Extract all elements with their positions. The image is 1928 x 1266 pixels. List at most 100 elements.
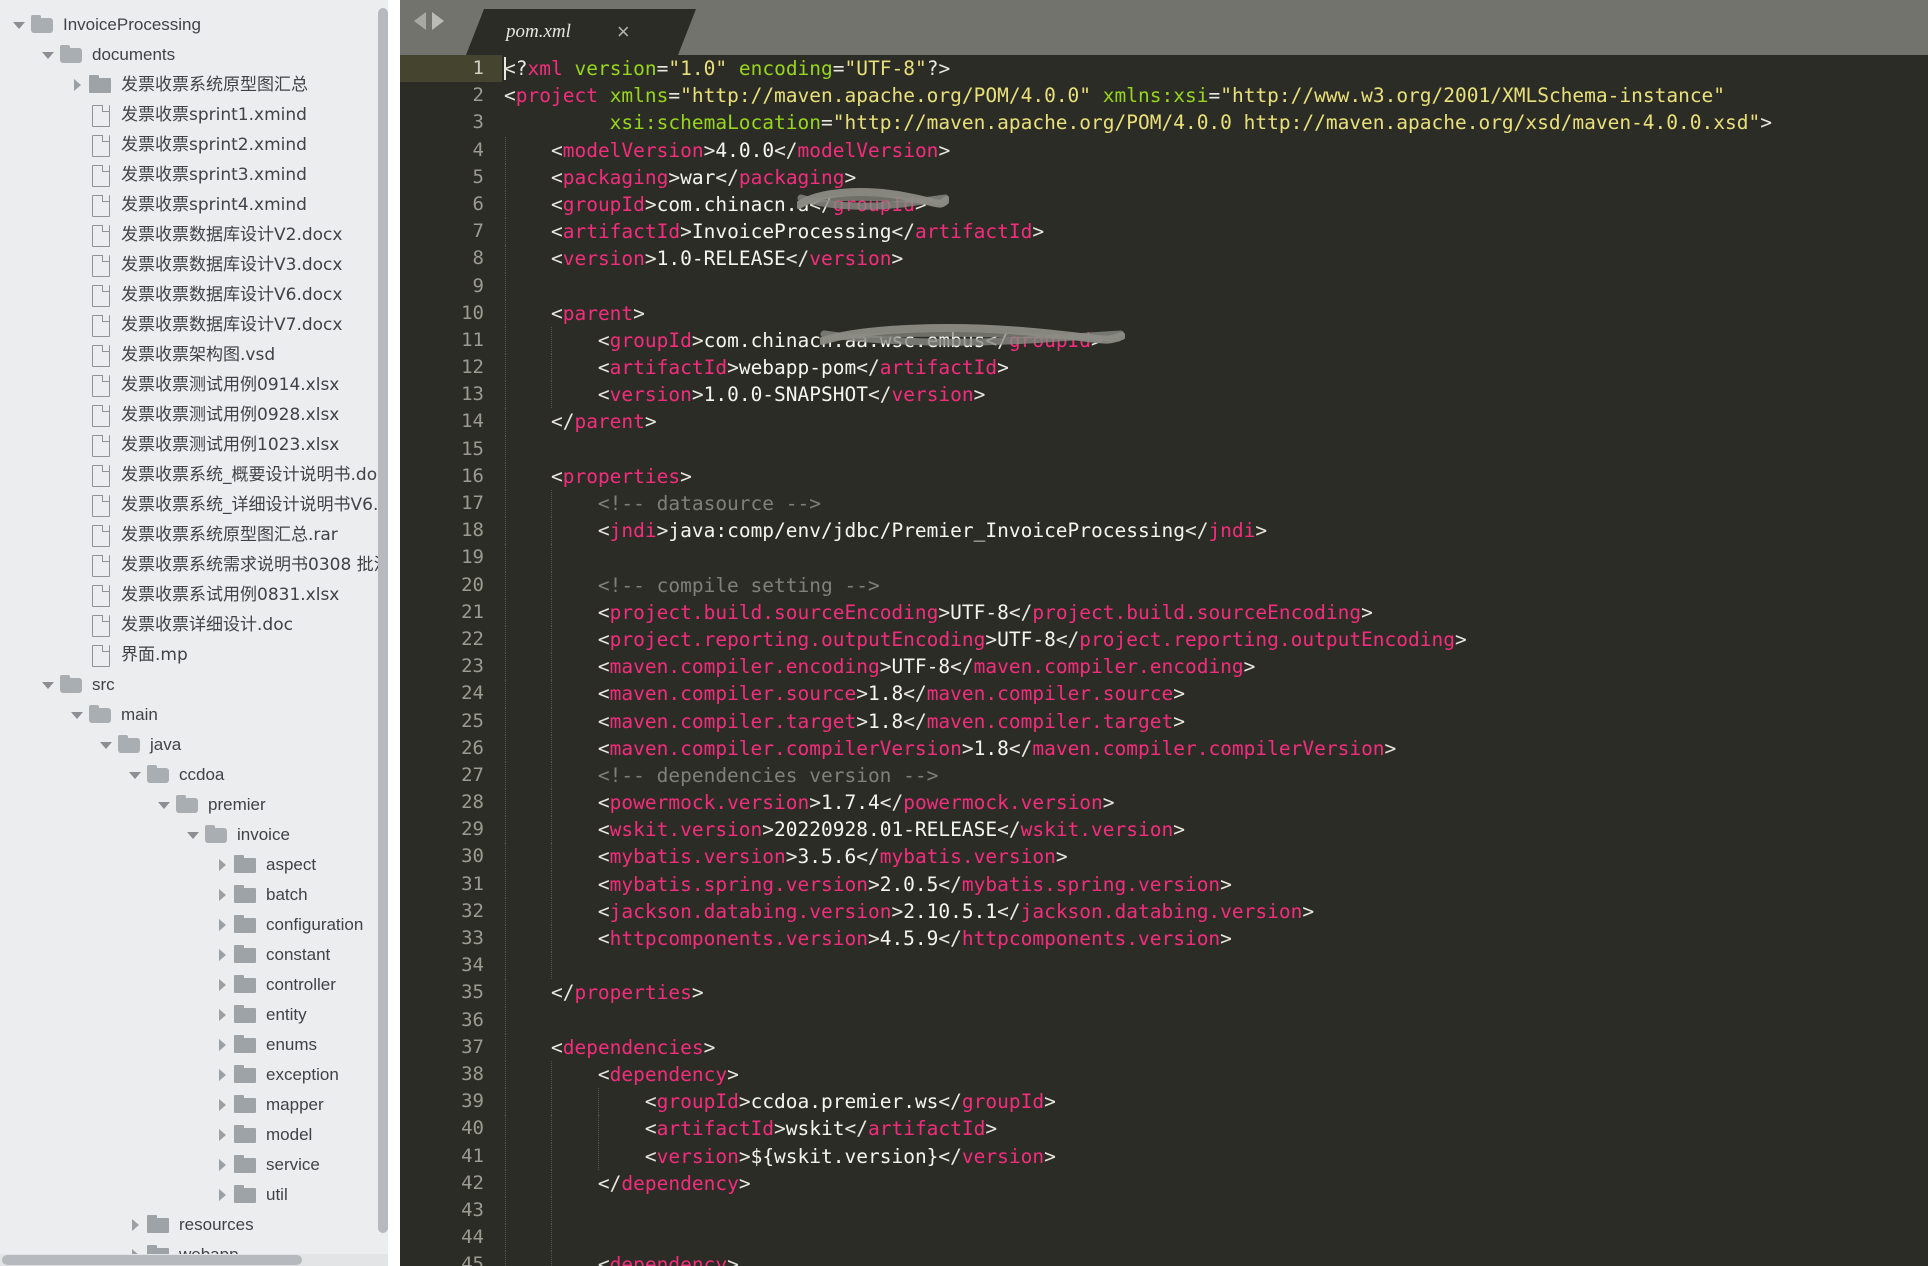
tree-twisty-expanded[interactable] — [37, 51, 59, 59]
code-line-content[interactable]: <parent> — [502, 299, 1928, 327]
code-line[interactable]: 7 <artifactId>InvoiceProcessing</artifac… — [400, 218, 1928, 246]
code-line[interactable]: 14 </parent> — [400, 408, 1928, 436]
sidebar-vertical-scrollbar-thumb[interactable] — [378, 8, 388, 1233]
chevron-down-icon[interactable] — [158, 801, 170, 809]
code-line-content[interactable]: <modelVersion>4.0.0</modelVersion> — [502, 136, 1928, 164]
tree-file-row[interactable]: 发票收票系统需求说明书0308 批注 — [0, 550, 400, 580]
code-line[interactable]: 41 <version>${wskit.version}</version> — [400, 1142, 1928, 1170]
chevron-right-icon[interactable] — [131, 1219, 139, 1231]
code-line[interactable]: 2 <project xmlns="http://maven.apache.org… — [400, 82, 1928, 109]
chevron-right-icon[interactable] — [218, 1189, 226, 1201]
code-line-content[interactable]: <wskit.version>20220928.01-RELEASE</wski… — [502, 816, 1928, 844]
code-line-content[interactable]: <!-- datasource --> — [502, 490, 1928, 518]
tree-folder-row[interactable]: documents — [0, 40, 400, 70]
code-line-content[interactable]: <artifactId>wskit</artifactId> — [502, 1115, 1928, 1143]
code-line[interactable]: 36 — [400, 1006, 1928, 1034]
tree-twisty-collapsed[interactable] — [211, 1069, 233, 1081]
tree-twisty-collapsed[interactable] — [211, 889, 233, 901]
code-line[interactable]: 6 <groupId>com.chinacn.a</groupId> — [400, 190, 1928, 219]
tree-folder-row[interactable]: service — [0, 1150, 400, 1180]
chevron-down-icon[interactable] — [42, 681, 54, 689]
tree-folder-row[interactable]: entity — [0, 1000, 400, 1030]
code-line-content[interactable]: <jndi>java:comp/env/jdbc/Premier_Invoice… — [502, 517, 1928, 545]
tree-file-row[interactable]: 发票收票系统_详细设计说明书V6.d — [0, 490, 400, 520]
chevron-right-icon[interactable] — [218, 949, 226, 961]
code-line[interactable]: 9 — [400, 272, 1928, 300]
code-line-content[interactable] — [502, 1196, 1928, 1225]
tree-folder-row[interactable]: util — [0, 1180, 400, 1210]
code-line[interactable]: 11 <groupId>com.chinacn.aa.wsc.embus</gr… — [400, 326, 1928, 355]
tree-file-row[interactable]: 发票收票架构图.vsd — [0, 340, 400, 370]
chevron-down-icon[interactable] — [129, 771, 141, 779]
tree-folder-row[interactable]: exception — [0, 1060, 400, 1090]
tree-file-row[interactable]: 发票收票测试用例1023.xlsx — [0, 430, 400, 460]
back-arrow-icon[interactable] — [414, 11, 426, 30]
tree-folder-row[interactable]: mapper — [0, 1090, 400, 1120]
code-line-content[interactable] — [502, 1006, 1928, 1034]
tree-twisty-collapsed[interactable] — [211, 1009, 233, 1021]
chevron-down-icon[interactable] — [100, 741, 112, 749]
code-line[interactable]: 29 <wskit.version>20220928.01-RELEASE</w… — [400, 816, 1928, 844]
code-line[interactable]: 4 <modelVersion>4.0.0</modelVersion> — [400, 136, 1928, 164]
chevron-right-icon[interactable] — [218, 1159, 226, 1171]
code-line[interactable]: 28 <powermock.version>1.7.4</powermock.v… — [400, 789, 1928, 817]
code-line[interactable]: 31 <mybatis.spring.version>2.0.5</mybati… — [400, 870, 1928, 898]
tab-pom-xml[interactable]: pom.xml × — [466, 9, 696, 55]
tree-file-row[interactable]: 发票收票系试用例0831.xlsx — [0, 580, 400, 610]
code-line[interactable]: 15 — [400, 435, 1928, 463]
tree-folder-row[interactable]: premier — [0, 790, 400, 820]
code-line-content[interactable]: </dependency> — [502, 1169, 1928, 1197]
tree-twisty-collapsed[interactable] — [211, 1039, 233, 1051]
tree-twisty-expanded[interactable] — [182, 831, 204, 839]
code-line[interactable]: 5 <packaging>war</packaging> — [400, 163, 1928, 191]
tree-file-row[interactable]: 发票收票测试用例0928.xlsx — [0, 400, 400, 430]
code-line-content[interactable]: </properties> — [502, 979, 1928, 1007]
tree-twisty-collapsed[interactable] — [211, 1159, 233, 1171]
tree-twisty-collapsed[interactable] — [211, 949, 233, 961]
tree-folder-row[interactable]: src — [0, 670, 400, 700]
code-line-content[interactable]: <project.reporting.outputEncoding>UTF-8<… — [502, 625, 1928, 654]
code-line[interactable]: 8 <version>1.0-RELEASE</version> — [400, 245, 1928, 273]
tree-twisty-collapsed[interactable] — [66, 79, 88, 91]
code-line-content[interactable] — [502, 435, 1928, 463]
code-line[interactable]: 3 xsi:schemaLocation="http://maven.apach… — [400, 109, 1928, 136]
code-line[interactable]: 39 <groupId>ccdoa.premier.ws</groupId> — [400, 1088, 1928, 1116]
tree-file-row[interactable]: 发票收票系统原型图汇总.rar — [0, 520, 400, 550]
chevron-right-icon[interactable] — [218, 1069, 226, 1081]
code-line-content[interactable]: <?xml version="1.0" encoding="UTF-8"?> — [502, 55, 1928, 82]
code-viewport[interactable]: 1 <?xml version="1.0" encoding="UTF-8"?> 2… — [400, 55, 1928, 1266]
tree-file-row[interactable]: 发票收票sprint2.xmind — [0, 130, 400, 160]
tree-folder-row[interactable]: controller — [0, 970, 400, 1000]
tree-folder-row[interactable]: InvoiceProcessing — [0, 10, 400, 40]
code-line-content[interactable]: <packaging>war</packaging> — [502, 163, 1928, 191]
chevron-right-icon[interactable] — [218, 889, 226, 901]
tree-folder-row[interactable]: invoice — [0, 820, 400, 850]
forward-arrow-icon[interactable] — [432, 11, 444, 30]
chevron-down-icon[interactable] — [187, 831, 199, 839]
tree-twisty-collapsed[interactable] — [211, 1129, 233, 1141]
close-icon[interactable]: × — [617, 21, 630, 43]
code-line-content[interactable]: <version>1.0.0-SNAPSHOT</version> — [502, 381, 1928, 409]
code-line-content[interactable]: <powermock.version>1.7.4</powermock.vers… — [502, 789, 1928, 817]
code-line-content[interactable]: xsi:schemaLocation="http://maven.apache.… — [502, 109, 1928, 136]
code-line-content[interactable]: <groupId>com.chinacn.aa.wsc.embus</group… — [502, 326, 1928, 355]
code-line[interactable]: 35 </properties> — [400, 979, 1928, 1007]
editor-nav-arrows[interactable] — [400, 0, 458, 55]
code-line-content[interactable]: <dependency> — [502, 1251, 1928, 1266]
tree-file-row[interactable]: 发票收票sprint1.xmind — [0, 100, 400, 130]
code-line-content[interactable]: <mybatis.version>3.5.6</mybatis.version> — [502, 843, 1928, 871]
code-line[interactable]: 21 <project.build.sourceEncoding>UTF-8</… — [400, 598, 1928, 626]
code-line[interactable]: 13 <version>1.0.0-SNAPSHOT</version> — [400, 381, 1928, 409]
code-line-content[interactable]: </parent> — [502, 408, 1928, 436]
editor-tab-bar[interactable]: pom.xml × — [400, 0, 1928, 55]
sidebar-horizontal-scrollbar-thumb[interactable] — [2, 1255, 302, 1265]
code-line-content[interactable]: <version>1.0-RELEASE</version> — [502, 245, 1928, 273]
code-line[interactable]: 30 <mybatis.version>3.5.6</mybatis.versi… — [400, 843, 1928, 871]
tree-twisty-expanded[interactable] — [124, 771, 146, 779]
code-line[interactable]: 40 <artifactId>wskit</artifactId> — [400, 1115, 1928, 1143]
tree-file-row[interactable]: 发票收票数据库设计V7.docx — [0, 310, 400, 340]
code-line-content[interactable]: <project xmlns="http://maven.apache.org/… — [502, 82, 1928, 109]
tree-folder-row[interactable]: aspect — [0, 850, 400, 880]
chevron-right-icon[interactable] — [218, 1009, 226, 1021]
code-line-content[interactable] — [502, 544, 1928, 572]
